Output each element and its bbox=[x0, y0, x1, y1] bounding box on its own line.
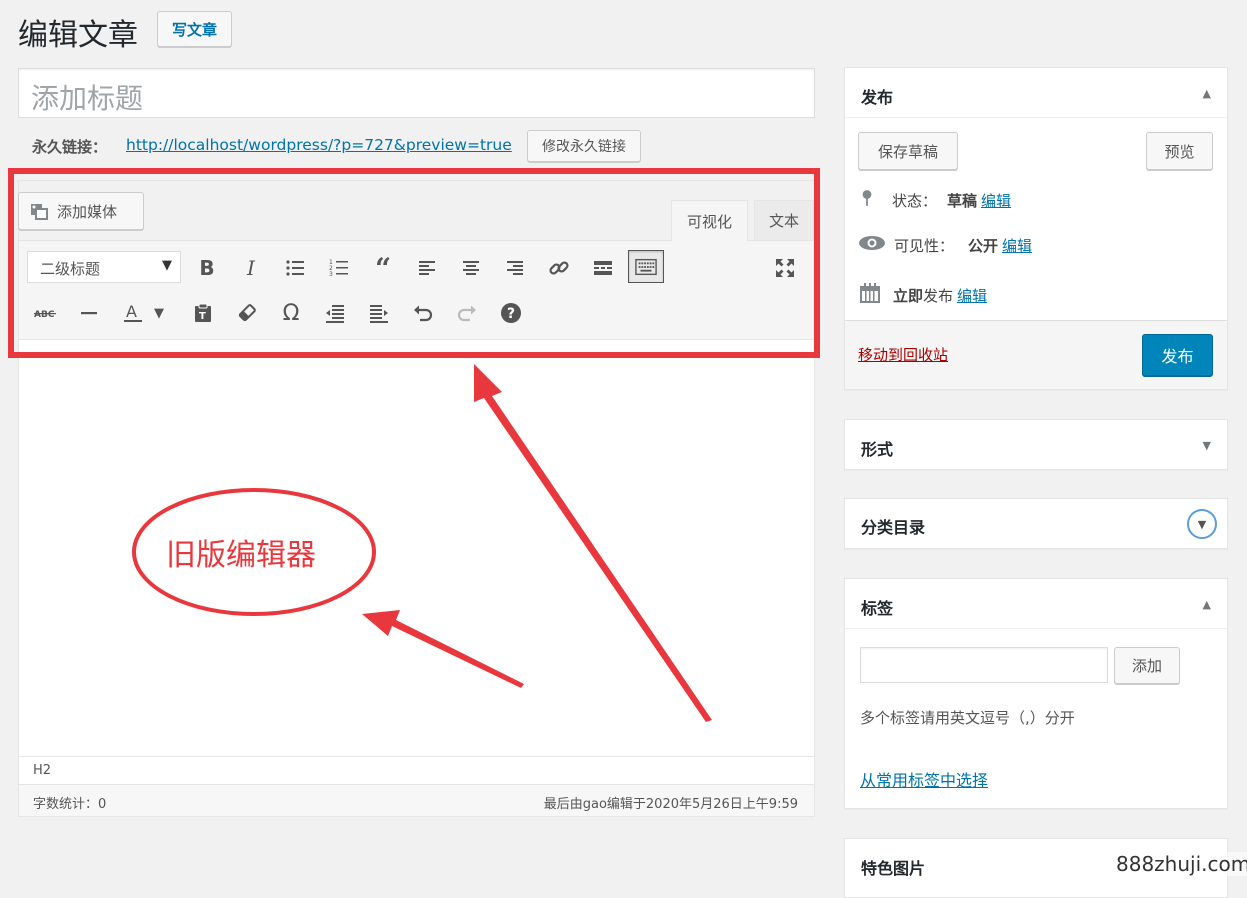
save-draft-button[interactable]: 保存草稿 bbox=[858, 132, 958, 170]
editor-path-bar: H2 bbox=[19, 756, 814, 784]
title-input[interactable]: 添加标题 bbox=[18, 68, 815, 118]
pin-icon bbox=[860, 188, 884, 212]
edit-status-link[interactable]: 编辑 bbox=[981, 190, 1011, 211]
title-placeholder: 添加标题 bbox=[31, 82, 144, 115]
publish-header[interactable]: 发布 ▲ bbox=[845, 68, 1227, 118]
expand-down-icon[interactable]: ▼ bbox=[1203, 439, 1211, 452]
permalink-url[interactable]: http://localhost/wordpress/?p=727&previe… bbox=[126, 136, 512, 154]
status-row: 状态： 草稿 编辑 bbox=[860, 188, 1011, 212]
expand-circle-icon[interactable]: ▼ bbox=[1187, 509, 1217, 539]
annotation-label: 旧版编辑器 bbox=[166, 538, 316, 573]
format-title: 形式 bbox=[861, 440, 894, 459]
visibility-value: 公开 bbox=[968, 236, 999, 255]
tag-input[interactable] bbox=[860, 647, 1108, 683]
watermark: 888zhuji.com bbox=[1112, 852, 1247, 876]
permalink-label: 永久链接： bbox=[32, 138, 108, 156]
choose-tags-link[interactable]: 从常用标签中选择 bbox=[860, 767, 988, 791]
categories-title: 分类目录 bbox=[861, 518, 926, 537]
edit-schedule-link[interactable]: 编辑 bbox=[957, 285, 987, 306]
visibility-row: 可见性： 公开 编辑 bbox=[858, 234, 1032, 256]
publish-title: 发布 bbox=[861, 88, 894, 107]
schedule-bold: 立即 bbox=[893, 286, 924, 305]
tags-hint: 多个标签请用英文逗号（,）分开 bbox=[860, 709, 1075, 727]
collapse-up-icon[interactable]: ▲ bbox=[1203, 598, 1211, 611]
last-edited: 最后由gao编辑于2020年5月26日上午9:59 bbox=[543, 797, 798, 812]
collapse-up-icon[interactable]: ▲ bbox=[1203, 87, 1211, 100]
status-value: 草稿 bbox=[947, 191, 978, 210]
element-path[interactable]: H2 bbox=[33, 763, 51, 778]
categories-panel[interactable]: 分类目录 ▼ bbox=[844, 498, 1228, 549]
publish-button[interactable]: 发布 bbox=[1142, 334, 1213, 376]
edit-visibility-link[interactable]: 编辑 bbox=[1002, 235, 1032, 256]
tags-header[interactable]: 标签 ▲ bbox=[845, 579, 1227, 629]
editor-content-area[interactable] bbox=[19, 341, 814, 756]
annotation-highlight-box bbox=[8, 168, 820, 358]
page-title: 编辑文章 bbox=[18, 18, 138, 53]
status-label: 状态： bbox=[892, 191, 938, 210]
preview-button[interactable]: 预览 bbox=[1146, 132, 1213, 170]
editor-footer: 字数统计：0 最后由gao编辑于2020年5月26日上午9:59 bbox=[19, 784, 814, 816]
word-count: 字数统计：0 bbox=[33, 797, 107, 812]
edit-permalink-button[interactable]: 修改永久链接 bbox=[527, 130, 641, 162]
calendar-icon bbox=[859, 282, 883, 308]
tags-title: 标签 bbox=[861, 599, 894, 618]
format-panel[interactable]: 形式 ▼ bbox=[844, 419, 1228, 470]
schedule-row: 立即 发布 编辑 bbox=[859, 282, 987, 308]
add-tag-button[interactable]: 添加 bbox=[1114, 647, 1180, 684]
schedule-rest: 发布 bbox=[923, 286, 954, 305]
add-new-post-button[interactable]: 写文章 bbox=[157, 11, 232, 47]
featured-image-title: 特色图片 bbox=[861, 859, 926, 878]
visibility-label: 可见性： bbox=[894, 236, 955, 255]
eye-icon bbox=[858, 234, 886, 256]
move-to-trash-link[interactable]: 移动到回收站 bbox=[858, 344, 948, 365]
